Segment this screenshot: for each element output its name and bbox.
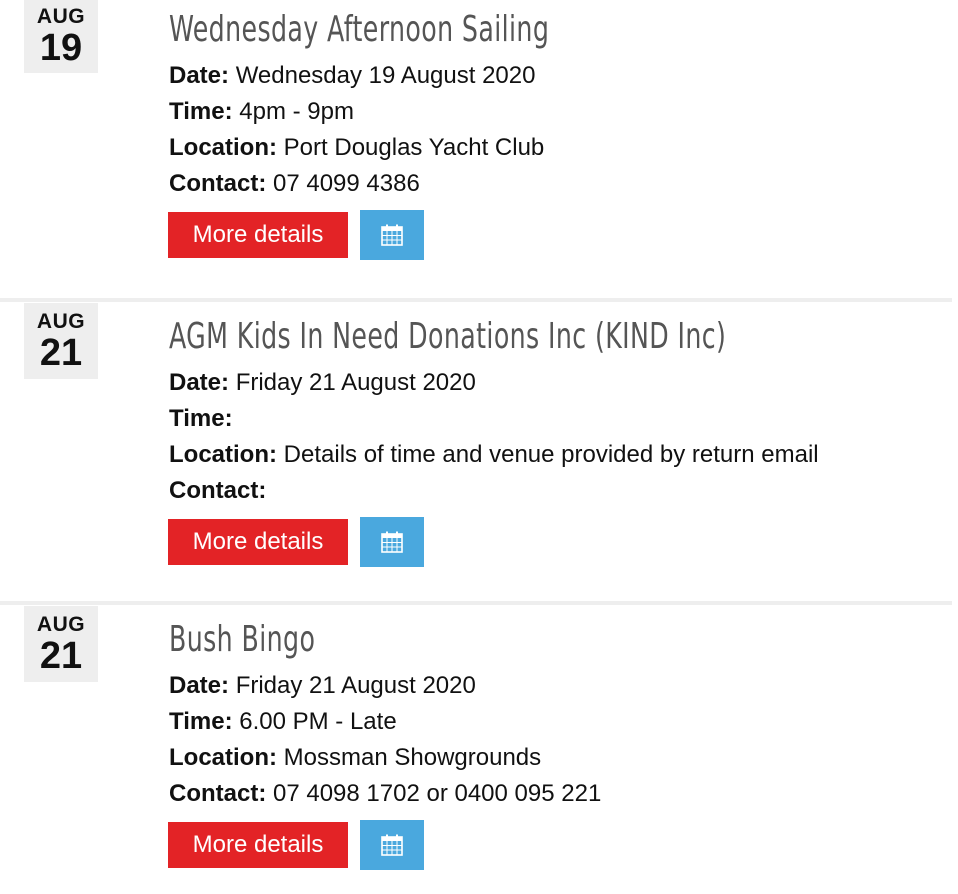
contact-value: 07 4099 4386 xyxy=(273,170,420,197)
event-time-row: Time: 4pm - 9pm xyxy=(169,94,958,130)
location-value: Port Douglas Yacht Club xyxy=(283,134,545,161)
contact-label: Contact: xyxy=(169,780,267,807)
event-date-row: Date: Wednesday 19 August 2020 xyxy=(169,58,958,94)
event-location-row: Location: Port Douglas Yacht Club xyxy=(169,130,958,166)
calendar-icon xyxy=(381,531,403,553)
event-time-row: Time: xyxy=(169,401,952,437)
event-date-row: Date: Friday 21 August 2020 xyxy=(169,668,952,704)
event-title[interactable]: Bush Bingo xyxy=(169,616,780,664)
time-value: 6.00 PM - Late xyxy=(239,708,397,735)
date-value: Friday 21 August 2020 xyxy=(235,672,476,699)
event-actions: More details xyxy=(168,517,952,567)
event-content: Bush Bingo Date: Friday 21 August 2020 T… xyxy=(168,616,952,870)
event-location-row: Location: Details of time and venue prov… xyxy=(169,437,952,473)
event-item: AUG 21 AGM Kids In Need Donations Inc (K… xyxy=(0,298,952,567)
event-date-badge: AUG 19 xyxy=(24,0,98,73)
event-contact-row: Contact: 07 4099 4386 xyxy=(169,166,958,202)
event-day: 19 xyxy=(39,27,83,69)
date-label: Date: xyxy=(169,369,230,396)
location-label: Location: xyxy=(169,441,277,468)
event-actions: More details xyxy=(168,820,952,870)
more-details-button[interactable]: More details xyxy=(168,212,348,258)
time-label: Time: xyxy=(169,98,233,125)
contact-value: 07 4098 1702 or 0400 095 221 xyxy=(273,780,602,807)
event-title[interactable]: Wednesday Afternoon Sailing xyxy=(169,6,784,54)
event-title[interactable]: AGM Kids In Need Donations Inc (KIND Inc… xyxy=(169,313,780,361)
contact-label: Contact: xyxy=(169,170,267,197)
event-contact-row: Contact: xyxy=(169,473,952,509)
event-location-row: Location: Mossman Showgrounds xyxy=(169,740,952,776)
calendar-icon xyxy=(381,224,403,246)
time-value: 4pm - 9pm xyxy=(239,98,354,125)
location-label: Location: xyxy=(169,744,277,771)
add-to-calendar-button[interactable] xyxy=(360,820,424,870)
calendar-icon xyxy=(381,834,403,856)
event-info: Date: Wednesday 19 August 2020 Time: 4pm… xyxy=(169,58,958,202)
add-to-calendar-button[interactable] xyxy=(360,210,424,260)
event-date-row: Date: Friday 21 August 2020 xyxy=(169,365,952,401)
event-content: AGM Kids In Need Donations Inc (KIND Inc… xyxy=(168,313,952,567)
contact-label: Contact: xyxy=(169,477,267,504)
add-to-calendar-button[interactable] xyxy=(360,517,424,567)
date-label: Date: xyxy=(169,62,230,89)
event-date-badge: AUG 21 xyxy=(24,303,98,379)
more-details-button[interactable]: More details xyxy=(168,519,348,565)
event-item: AUG 21 Bush Bingo Date: Friday 21 August… xyxy=(0,601,952,870)
location-label: Location: xyxy=(169,134,277,161)
event-date-badge: AUG 21 xyxy=(24,606,98,682)
event-actions: More details xyxy=(168,210,958,260)
event-content: Wednesday Afternoon Sailing Date: Wednes… xyxy=(168,6,958,260)
event-month: AUG xyxy=(36,310,86,333)
date-label: Date: xyxy=(169,672,230,699)
date-value: Wednesday 19 August 2020 xyxy=(235,62,536,89)
time-label: Time: xyxy=(169,405,233,432)
event-info: Date: Friday 21 August 2020 Time: Locati… xyxy=(169,365,952,509)
date-value: Friday 21 August 2020 xyxy=(235,369,476,396)
location-value: Details of time and venue provided by re… xyxy=(283,441,819,468)
event-month: AUG xyxy=(36,5,86,28)
event-info: Date: Friday 21 August 2020 Time: 6.00 P… xyxy=(169,668,952,812)
more-details-button[interactable]: More details xyxy=(168,822,348,868)
event-contact-row: Contact: 07 4098 1702 or 0400 095 221 xyxy=(169,776,952,812)
location-value: Mossman Showgrounds xyxy=(283,744,542,771)
event-day: 21 xyxy=(39,635,83,677)
time-label: Time: xyxy=(169,708,233,735)
event-day: 21 xyxy=(39,332,83,374)
event-time-row: Time: 6.00 PM - Late xyxy=(169,704,952,740)
event-month: AUG xyxy=(36,613,86,636)
